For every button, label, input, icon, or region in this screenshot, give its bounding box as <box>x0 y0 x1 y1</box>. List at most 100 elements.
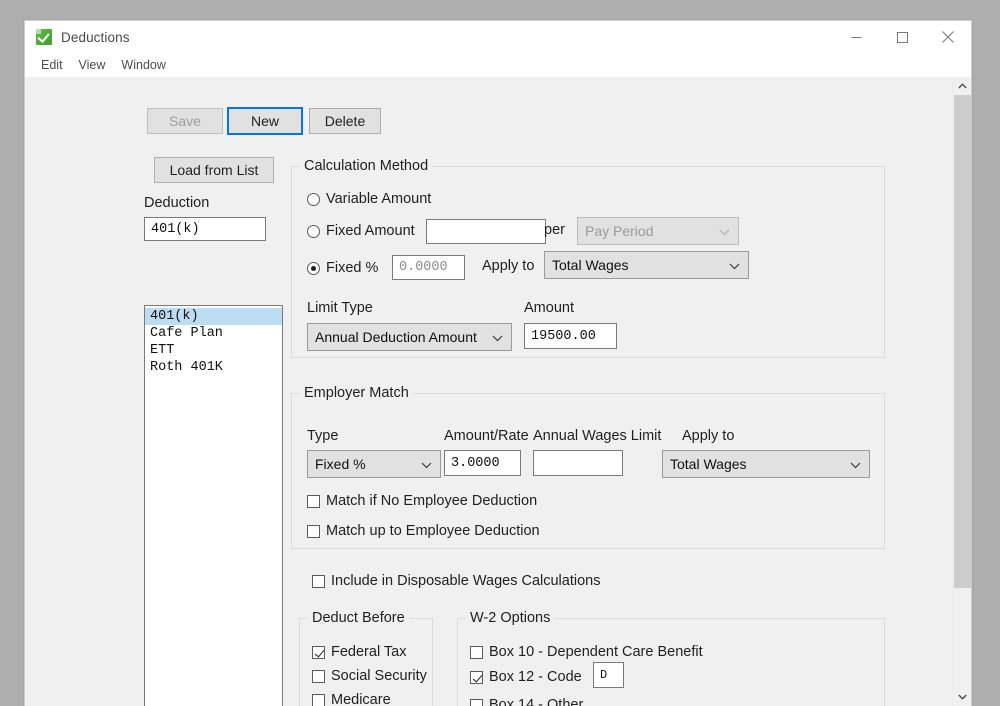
amount-input[interactable]: 19500.00 <box>524 323 617 349</box>
deduction-list[interactable]: 401(k) Cafe Plan ETT Roth 401K <box>144 305 283 706</box>
calculation-method-group: Calculation Method Variable Amount Fixed… <box>291 158 885 358</box>
chevron-down-icon <box>719 223 730 239</box>
window-title: Deductions <box>61 29 130 45</box>
employer-match-group: Employer Match Type Fixed % Amount/Rate … <box>291 385 885 549</box>
annual-wages-limit-input[interactable] <box>533 450 623 476</box>
amount-rate-input[interactable]: 3.0000 <box>444 450 521 476</box>
menu-item-view[interactable]: View <box>71 56 114 74</box>
client-area: Save New Delete Load from List Deduction… <box>25 77 971 706</box>
checkbox-icon <box>307 524 320 538</box>
w2-box14-checkbox[interactable]: Box 14 - Other <box>470 697 583 706</box>
limit-type-value: Annual Deduction Amount <box>315 329 477 345</box>
per-period-dropdown[interactable]: Pay Period <box>577 217 739 245</box>
per-label: per <box>544 222 565 238</box>
list-item[interactable]: ETT <box>145 342 282 359</box>
calculation-method-legend: Calculation Method <box>300 158 433 174</box>
minimize-icon[interactable] <box>833 21 879 53</box>
checkbox-icon <box>312 669 325 683</box>
match-apply-to-dropdown[interactable]: Total Wages <box>662 450 870 478</box>
fixed-percent-input[interactable]: 0.0000 <box>392 255 465 280</box>
match-up-to-deduction-checkbox[interactable]: Match up to Employee Deduction <box>307 523 540 539</box>
window-controls <box>833 21 971 53</box>
deduction-label: Deduction <box>144 195 210 211</box>
per-period-value: Pay Period <box>585 223 654 239</box>
limit-type-dropdown[interactable]: Annual Deduction Amount <box>307 323 512 351</box>
checkbox-icon <box>470 645 483 659</box>
maximize-icon[interactable] <box>879 21 925 53</box>
radio-circle-icon <box>307 261 320 275</box>
w2-box12-label: Box 12 - Code <box>489 669 582 685</box>
chevron-down-icon <box>850 456 861 472</box>
disposable-wages-label: Include in Disposable Wages Calculations <box>331 573 601 589</box>
annual-wages-limit-label: Annual Wages Limit <box>533 428 662 444</box>
w2-options-legend: W-2 Options <box>466 610 555 626</box>
menu-item-edit[interactable]: Edit <box>33 56 71 74</box>
deduct-before-item-label: Federal Tax <box>331 644 407 660</box>
radio-circle-icon <box>307 192 320 206</box>
deduct-before-item-label: Medicare <box>331 692 391 706</box>
scroll-down-icon[interactable] <box>953 688 971 706</box>
scroll-up-icon[interactable] <box>953 77 971 95</box>
chevron-down-icon <box>421 456 432 472</box>
w2-box10-label: Box 10 - Dependent Care Benefit <box>489 644 703 660</box>
close-icon[interactable] <box>925 21 971 53</box>
load-from-list-button[interactable]: Load from List <box>154 157 274 183</box>
deductions-window: Deductions Edit View Window Save New Del… <box>24 20 972 706</box>
deduct-before-medicare-checkbox[interactable]: Medicare <box>312 692 391 706</box>
deduct-before-federal-tax-checkbox[interactable]: Federal Tax <box>312 644 407 660</box>
checkbox-icon <box>307 494 320 508</box>
radio-circle-icon <box>307 224 320 238</box>
checkbox-checked-icon <box>312 645 325 659</box>
fixed-amount-input[interactable] <box>426 219 546 244</box>
deduct-before-legend: Deduct Before <box>308 610 409 626</box>
match-apply-to-value: Total Wages <box>670 456 747 472</box>
list-item[interactable]: Cafe Plan <box>145 325 282 342</box>
save-button[interactable]: Save <box>147 108 223 134</box>
deduct-before-group: Deduct Before Federal Tax Social Securit… <box>299 610 433 706</box>
w2-options-group: W-2 Options Box 10 - Dependent Care Bene… <box>457 610 885 706</box>
desktop-background: Deductions Edit View Window Save New Del… <box>0 0 1000 706</box>
match-up-to-deduction-label: Match up to Employee Deduction <box>326 523 540 539</box>
fixed-percent-label: Fixed % <box>326 260 379 276</box>
vertical-scrollbar[interactable] <box>952 77 971 706</box>
checkbox-icon <box>312 574 325 588</box>
employer-match-legend: Employer Match <box>300 385 413 401</box>
match-apply-to-label: Apply to <box>682 428 735 444</box>
fixed-percent-radio[interactable]: Fixed % <box>307 260 378 276</box>
variable-amount-radio[interactable]: Variable Amount <box>307 191 431 207</box>
disposable-wages-checkbox[interactable]: Include in Disposable Wages Calculations <box>312 573 600 589</box>
w2-box14-label: Box 14 - Other <box>489 697 584 706</box>
checkbox-checked-icon <box>470 670 483 684</box>
deduct-before-item-label: Social Security <box>331 668 427 684</box>
menu-item-window[interactable]: Window <box>113 56 173 74</box>
title-bar: Deductions <box>25 21 971 53</box>
match-if-no-deduction-label: Match if No Employee Deduction <box>326 493 538 509</box>
list-item[interactable]: 401(k) <box>145 308 282 325</box>
match-type-value: Fixed % <box>315 456 366 472</box>
match-type-dropdown[interactable]: Fixed % <box>307 450 441 478</box>
menu-bar: Edit View Window <box>25 53 971 77</box>
app-checkmark-icon <box>34 28 52 45</box>
match-type-label: Type <box>307 428 339 444</box>
deduction-input[interactable]: 401(k) <box>144 217 266 241</box>
scroll-content: Save New Delete Load from List Deduction… <box>25 77 952 706</box>
fixed-amount-label: Fixed Amount <box>326 223 415 239</box>
list-item[interactable]: Roth 401K <box>145 359 282 376</box>
chevron-down-icon <box>729 257 740 273</box>
limit-type-label: Limit Type <box>307 300 373 316</box>
amount-rate-label: Amount/Rate <box>444 428 529 444</box>
apply-to-dropdown[interactable]: Total Wages <box>544 251 749 279</box>
deduct-before-social-security-checkbox[interactable]: Social Security <box>312 668 427 684</box>
new-button[interactable]: New <box>227 107 303 135</box>
w2-box12-code-input[interactable]: D <box>593 662 624 688</box>
delete-button[interactable]: Delete <box>309 108 381 134</box>
scrollbar-thumb[interactable] <box>954 95 971 588</box>
checkbox-icon <box>312 693 325 706</box>
w2-box10-checkbox[interactable]: Box 10 - Dependent Care Benefit <box>470 644 703 660</box>
match-if-no-deduction-checkbox[interactable]: Match if No Employee Deduction <box>307 493 537 509</box>
fixed-amount-radio[interactable]: Fixed Amount <box>307 223 415 239</box>
apply-to-label: Apply to <box>482 258 535 274</box>
w2-box12-checkbox[interactable]: Box 12 - Code <box>470 669 582 685</box>
variable-amount-label: Variable Amount <box>326 191 432 207</box>
apply-to-value: Total Wages <box>552 257 629 273</box>
